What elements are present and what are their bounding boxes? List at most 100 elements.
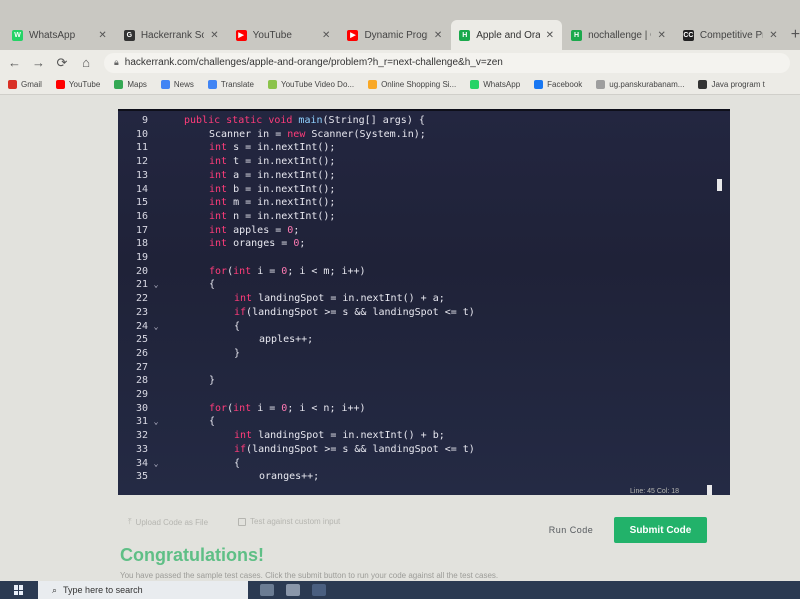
- close-tab-icon[interactable]: ✕: [210, 30, 218, 41]
- bookmark-favicon-icon: [160, 80, 170, 89]
- code-text: int n = in.nextInt();: [164, 211, 335, 222]
- code-token: (landingSpot >= s && landingSpot <= t): [246, 443, 475, 455]
- submit-code-button[interactable]: Submit Code: [614, 517, 707, 543]
- fold-chevron-icon[interactable]: ⌄: [148, 320, 164, 333]
- code-line: 23 if(landingSpot >= s && landingSpot <= …: [118, 306, 718, 319]
- bookmark-label: YouTube Video Do...: [280, 80, 355, 89]
- editor-scrollbar-thumb[interactable]: [707, 485, 712, 495]
- upload-code-link[interactable]: ⤒ Upload Code as File: [128, 517, 208, 527]
- bookmark-label: Java program t: [711, 80, 765, 89]
- line-number: 15: [135, 197, 148, 209]
- code-editor[interactable]: 9 public static void main(String[] args) …: [118, 109, 730, 495]
- code-text: int m = in.nextInt();: [164, 197, 335, 208]
- browser-tab[interactable]: Hnochallenge | Cont ✕: [563, 20, 674, 50]
- back-arrow-icon[interactable]: ←: [8, 55, 21, 70]
- code-token: int: [233, 402, 258, 414]
- test-custom-input-option[interactable]: Test against custom input: [238, 517, 340, 526]
- code-line: 12 int t = in.nextInt();: [118, 155, 718, 168]
- close-tab-icon[interactable]: ✕: [546, 30, 554, 41]
- browser-tab[interactable]: W WhatsApp ✕: [4, 20, 115, 50]
- run-code-button[interactable]: Run Code: [530, 519, 612, 541]
- bookmark-item[interactable]: News: [160, 80, 194, 89]
- taskbar-search[interactable]: ⌕ Type here to search: [38, 581, 248, 599]
- code-text: }: [164, 375, 215, 386]
- home-icon[interactable]: ⌂: [80, 55, 92, 70]
- bookmark-item[interactable]: YouTube: [55, 80, 100, 89]
- close-tab-icon[interactable]: ✕: [769, 30, 777, 41]
- bookmark-favicon-icon: [267, 80, 277, 89]
- browser-tab[interactable]: CC Competitive Progr ✕: [675, 20, 786, 50]
- bookmark-label: WhatsApp: [483, 80, 521, 89]
- windows-taskbar: ⌕ Type here to search: [0, 581, 800, 599]
- bookmark-item[interactable]: YouTube Video Do...: [267, 80, 355, 89]
- line-number: 26: [135, 347, 148, 359]
- bookmark-label: Facebook: [547, 80, 583, 89]
- code-token: m = in.nextInt();: [233, 197, 336, 209]
- browser-tab[interactable]: H Apple and Orange ✕: [451, 20, 563, 50]
- code-token: s = in.nextInt();: [233, 142, 336, 154]
- line-number: 22: [135, 293, 148, 305]
- bookmark-label: Online Shopping Si...: [381, 80, 457, 89]
- code-token: landingSpot = in.nextInt() + a;: [258, 293, 445, 305]
- fold-chevron-icon[interactable]: ⌄: [148, 278, 164, 291]
- task-view-icon[interactable]: [260, 584, 274, 596]
- code-text: oranges++;: [164, 471, 319, 482]
- store-icon[interactable]: [312, 584, 326, 596]
- code-text: int t = in.nextInt();: [164, 156, 335, 167]
- custom-input-checkbox[interactable]: [238, 517, 246, 526]
- bookmark-item[interactable]: Maps: [114, 80, 147, 89]
- code-token: apples++;: [259, 334, 314, 346]
- code-token: ; i < n; i++): [287, 402, 366, 414]
- line-number: 32: [135, 430, 148, 442]
- close-tab-icon[interactable]: ✕: [322, 30, 330, 41]
- result-message: You have passed the sample test cases. C…: [120, 571, 499, 580]
- code-text: int a = in.nextInt();: [164, 170, 335, 181]
- tab-favicon-icon: H: [459, 29, 471, 41]
- code-text: {: [164, 416, 215, 427]
- code-token: {: [234, 457, 241, 469]
- code-token: n = in.nextInt();: [233, 210, 336, 222]
- code-line: 24 ⌄ {: [118, 320, 718, 333]
- bookmark-item[interactable]: ug.panskurabanam...: [596, 80, 684, 89]
- code-token: for: [209, 265, 228, 277]
- tab-favicon-icon: H: [571, 29, 583, 41]
- tab-favicon-icon: CC: [682, 29, 694, 41]
- tab-title: nochallenge | Cont: [588, 29, 651, 41]
- code-line: 16 int n = in.nextInt();: [118, 210, 718, 223]
- close-tab-icon[interactable]: ✕: [657, 30, 665, 41]
- bookmark-item[interactable]: Facebook: [534, 80, 582, 89]
- tab-favicon-icon: ▶: [347, 29, 359, 41]
- line-number: 18: [135, 238, 148, 250]
- bookmark-item[interactable]: Translate: [207, 80, 254, 89]
- fold-chevron-icon[interactable]: ⌄: [148, 415, 164, 428]
- bookmark-item[interactable]: Gmail: [8, 80, 42, 89]
- line-number: 25: [135, 334, 148, 346]
- code-line: 32 int landingSpot = in.nextInt() + b;: [118, 429, 718, 442]
- code-token: int: [233, 265, 258, 277]
- code-token: {: [209, 416, 216, 428]
- bookmark-favicon-icon: [534, 80, 544, 89]
- bookmark-item[interactable]: Online Shopping Si...: [368, 80, 456, 89]
- code-token: i =: [257, 402, 282, 414]
- close-tab-icon[interactable]: ✕: [98, 30, 106, 41]
- browser-tab[interactable]: ▶ Dynamic Programm ✕: [339, 20, 450, 50]
- close-tab-icon[interactable]: ✕: [434, 30, 442, 41]
- bookmark-item[interactable]: Java program t: [698, 80, 765, 89]
- code-line: 13 int a = in.nextInt();: [118, 169, 718, 182]
- editor-cursor-status: Line: 45 Col: 18: [630, 488, 680, 495]
- browser-tab[interactable]: ▶ YouTube ✕: [228, 20, 339, 50]
- address-bar[interactable]: 🔒︎ hackerrank.com/challenges/apple-and-o…: [104, 52, 790, 73]
- new-tab-icon[interactable]: +: [791, 26, 800, 44]
- reload-icon[interactable]: ⟳: [56, 55, 68, 71]
- file-explorer-icon[interactable]: [286, 584, 300, 596]
- code-text: int landingSpot = in.nextInt() + a;: [164, 293, 445, 304]
- code-token: (landingSpot >= s && landingSpot <= t): [246, 306, 475, 318]
- start-button[interactable]: [0, 585, 38, 595]
- code-token: int: [209, 210, 234, 222]
- fold-chevron-icon[interactable]: ⌄: [148, 457, 164, 470]
- code-text: apples++;: [164, 334, 313, 345]
- forward-arrow-icon[interactable]: →: [32, 55, 45, 70]
- bookmark-item[interactable]: WhatsApp: [470, 80, 520, 89]
- code-line: 30 for(int i = 0; i < n; i++): [118, 402, 718, 415]
- browser-tab[interactable]: G Hackerrank Solutio ✕: [116, 20, 227, 50]
